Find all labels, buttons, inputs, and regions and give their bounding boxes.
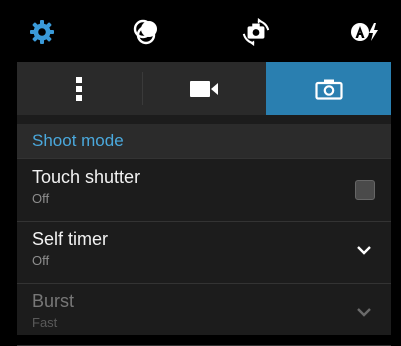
settings-tab-bar — [17, 62, 392, 115]
setting-label: Touch shutter — [32, 167, 141, 187]
switch-camera-icon[interactable] — [241, 17, 271, 47]
chevron-down-icon — [357, 308, 371, 317]
setting-label: Burst — [32, 291, 75, 311]
auto-flash-icon[interactable] — [350, 17, 380, 47]
tab-video[interactable] — [141, 62, 267, 115]
settings-panel: Shoot mode Touch shutter Off Self timer … — [17, 62, 392, 346]
vertical-dots-icon — [76, 76, 83, 101]
tab-camera[interactable] — [266, 62, 392, 115]
section-header-shoot-mode: Shoot mode — [17, 124, 391, 159]
chevron-down-icon[interactable] — [355, 241, 373, 259]
setting-self-timer[interactable]: Self timer Off — [17, 221, 391, 284]
setting-label: Self timer — [32, 229, 109, 249]
tab-more-settings[interactable] — [17, 62, 142, 115]
touch-shutter-checkbox[interactable] — [355, 180, 375, 200]
setting-burst: Burst Fast — [17, 283, 391, 346]
setting-value: Fast — [32, 315, 58, 330]
setting-value: Off — [32, 253, 50, 268]
video-camera-icon — [190, 80, 218, 97]
gear-icon[interactable] — [27, 17, 57, 47]
section-title: Shoot mode — [32, 131, 124, 150]
camera-top-bar — [0, 0, 401, 62]
setting-value: Off — [32, 191, 50, 206]
camera-icon — [315, 79, 343, 100]
color-effects-icon[interactable] — [131, 17, 161, 47]
setting-touch-shutter[interactable]: Touch shutter Off — [17, 159, 391, 222]
